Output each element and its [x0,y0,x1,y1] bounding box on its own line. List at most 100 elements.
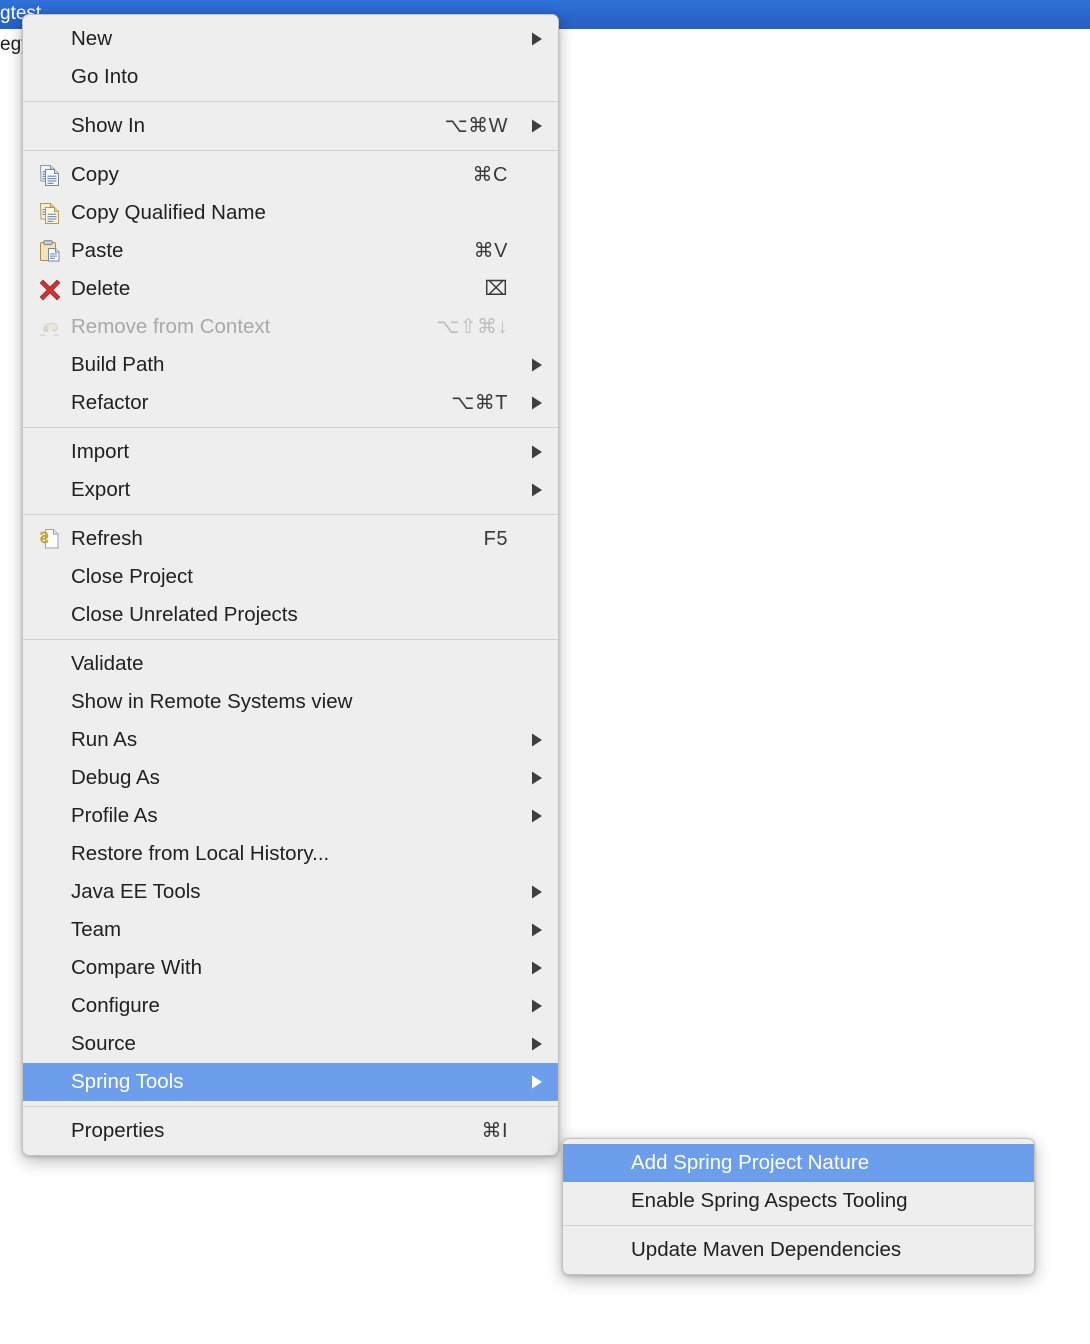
menu-item-export[interactable]: Export [23,471,558,509]
menu-item-build-path[interactable]: Build Path [23,346,558,384]
menu-separator [23,101,558,102]
menu-item-import[interactable]: Import [23,433,558,471]
menu-item-icon-slot [33,477,67,503]
menu-item-label: Close Unrelated Projects [71,603,298,626]
menu-item-label: Configure [71,994,160,1017]
submenu-arrow-icon [522,118,544,134]
menu-item-run-as[interactable]: Run As [23,721,558,759]
remove-context-icon [33,314,67,340]
menu-item-shortcut: ⌥⇧⌘↓ [436,316,508,338]
menu-item-icon-slot [573,1150,607,1176]
menu-item-update-maven-dependencies[interactable]: Update Maven Dependencies [563,1231,1034,1269]
refresh-icon [33,526,67,552]
menu-item-label: Import [71,440,130,463]
menu-item-icon-slot [33,689,67,715]
menu-item-label: Show In [71,114,146,137]
menu-item-validate[interactable]: Validate [23,645,558,683]
menu-item-label: Add Spring Project Nature [631,1151,870,1174]
submenu-arrow-icon [522,998,544,1014]
menu-item-icon-slot [33,113,67,139]
menu-item-icon-slot [33,439,67,465]
menu-item-new[interactable]: New [23,20,558,58]
submenu-arrow-icon [522,884,544,900]
submenu-arrow-icon [522,1074,544,1090]
menu-item-paste[interactable]: Paste ⌘V [23,232,558,270]
copy-qualified-icon [33,200,67,226]
menu-separator [23,514,558,515]
menu-item-label: Profile As [71,804,158,827]
menu-item-icon-slot [33,917,67,943]
menu-item-label: Validate [71,652,144,675]
menu-item-icon-slot [33,1031,67,1057]
menu-item-add-spring-project-nature[interactable]: Add Spring Project Nature [563,1144,1034,1182]
menu-item-restore-from-local-history[interactable]: Restore from Local History... [23,835,558,873]
menu-item-source[interactable]: Source [23,1025,558,1063]
submenu-arrow-icon [522,31,544,47]
menu-item-icon-slot [33,564,67,590]
menu-item-label: Build Path [71,353,165,376]
menu-item-label: Team [71,918,122,941]
menu-item-icon-slot [33,727,67,753]
menu-item-refresh[interactable]: Refresh F5 [23,520,558,558]
project-context-menu[interactable]: New Go Into Show In ⌥⌘W Copy ⌘C Copy Qualified… [22,14,559,1156]
menu-item-label: Compare With [71,956,203,979]
menu-item-label: Paste [71,239,124,262]
menu-item-enable-spring-aspects-tooling[interactable]: Enable Spring Aspects Tooling [563,1182,1034,1220]
menu-separator [23,1106,558,1107]
menu-item-remove-from-context[interactable]: Remove from Context ⌥⇧⌘↓ [23,308,558,346]
menu-item-copy-qualified-name[interactable]: Copy Qualified Name [23,194,558,232]
menu-item-delete[interactable]: Delete ⌧ [23,270,558,308]
menu-item-icon-slot [33,390,67,416]
submenu-arrow-icon [522,444,544,460]
submenu-arrow-icon [522,922,544,938]
menu-item-label: Export [71,478,131,501]
menu-item-label: Refactor [71,391,149,414]
menu-item-label: Properties [71,1119,165,1142]
menu-item-label: Restore from Local History... [71,842,330,865]
menu-item-spring-tools[interactable]: Spring Tools [23,1063,558,1101]
menu-item-team[interactable]: Team [23,911,558,949]
submenu-arrow-icon [522,482,544,498]
menu-item-debug-as[interactable]: Debug As [23,759,558,797]
menu-item-icon-slot [573,1188,607,1214]
menu-item-shortcut: ⌥⌘W [444,115,508,137]
menu-separator [563,1225,1034,1226]
menu-item-icon-slot [33,64,67,90]
menu-separator [23,639,558,640]
menu-item-close-project[interactable]: Close Project [23,558,558,596]
menu-item-icon-slot [33,1118,67,1144]
menu-item-shortcut: ⌥⌘T [451,392,508,414]
menu-item-go-into[interactable]: Go Into [23,58,558,96]
menu-item-copy[interactable]: Copy ⌘C [23,156,558,194]
menu-item-icon-slot [33,651,67,677]
menu-item-show-in-remote-systems-view[interactable]: Show in Remote Systems view [23,683,558,721]
submenu-arrow-icon [522,808,544,824]
menu-item-label: Run As [71,728,138,751]
menu-item-label: Source [71,1032,136,1055]
menu-item-label: Refresh [71,527,143,550]
menu-item-configure[interactable]: Configure [23,987,558,1025]
menu-item-compare-with[interactable]: Compare With [23,949,558,987]
menu-item-icon-slot [33,993,67,1019]
menu-item-icon-slot [573,1237,607,1263]
menu-item-shortcut: F5 [483,528,508,550]
menu-separator [23,427,558,428]
menu-item-shortcut: ⌧ [484,278,508,300]
menu-item-label: Show in Remote Systems view [71,690,353,713]
menu-item-java-ee-tools[interactable]: Java EE Tools [23,873,558,911]
submenu-arrow-icon [522,395,544,411]
menu-item-close-unrelated-projects[interactable]: Close Unrelated Projects [23,596,558,634]
submenu-arrow-icon [522,1036,544,1052]
menu-item-profile-as[interactable]: Profile As [23,797,558,835]
menu-item-refactor[interactable]: Refactor ⌥⌘T [23,384,558,422]
menu-item-label: Copy [71,163,119,186]
menu-item-label: Copy Qualified Name [71,201,266,224]
submenu-arrow-icon [522,770,544,786]
menu-item-show-in[interactable]: Show In ⌥⌘W [23,107,558,145]
menu-item-properties[interactable]: Properties ⌘I [23,1112,558,1150]
menu-item-label: Update Maven Dependencies [631,1238,902,1261]
submenu-arrow-icon [522,960,544,976]
spring-tools-submenu[interactable]: Add Spring Project Nature Enable Spring A… [562,1138,1035,1275]
paste-icon [33,238,67,264]
menu-item-icon-slot [33,803,67,829]
